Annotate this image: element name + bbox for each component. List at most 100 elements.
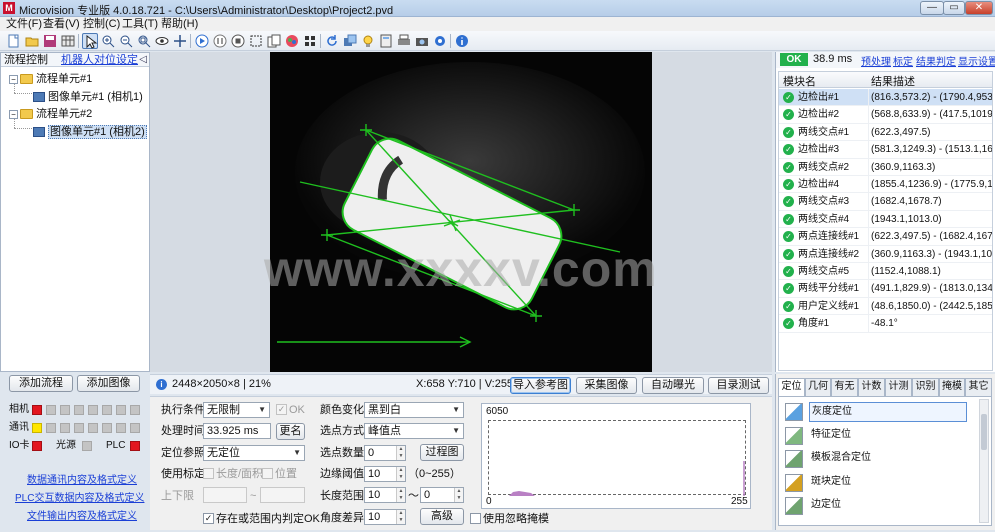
info-icon[interactable]: [454, 33, 470, 49]
table-row[interactable]: ✓ 两线平分线#1 (491.1,829.9) - (1813.0,1346.1): [779, 280, 992, 298]
tab-tool-category[interactable]: 计数: [858, 378, 885, 396]
display-settings-link[interactable]: 显示设置: [958, 53, 995, 68]
edge-threshold-stepper[interactable]: 10 ▲ ▼: [364, 466, 406, 482]
tool-item[interactable]: 灰度定位: [785, 401, 971, 423]
directory-test-button[interactable]: 目录测试: [708, 377, 769, 394]
calibration-link[interactable]: 标定: [893, 53, 913, 68]
tool-item[interactable]: 特征定位: [785, 425, 971, 447]
process-time-field[interactable]: 33.925 ms: [203, 423, 271, 439]
menu-control[interactable]: 控制(C): [83, 17, 120, 31]
play-icon[interactable]: [194, 33, 210, 49]
zoom-fit-icon[interactable]: [136, 33, 152, 49]
tab-tool-category[interactable]: 几何: [805, 378, 831, 396]
angle-diff-stepper[interactable]: 10 ▲ ▼: [364, 509, 406, 525]
auto-exposure-button[interactable]: 自动曝光: [642, 377, 704, 394]
tree-node[interactable]: 图像单元#1 (相机1): [33, 89, 143, 105]
lower-limit-field[interactable]: [203, 487, 247, 503]
roi-icon[interactable]: [248, 33, 264, 49]
plc-data-format-link[interactable]: PLC交互数据内容及格式定义: [15, 489, 144, 504]
save-icon[interactable]: [42, 33, 58, 49]
add-image-button[interactable]: 添加图像: [77, 375, 140, 392]
position-reference-select[interactable]: 无定位 ▼: [203, 445, 305, 461]
tab-tool-category[interactable]: 其它: [965, 378, 992, 396]
table-row[interactable]: ✓ 两线交点#2 (360.9,1163.3): [779, 158, 992, 176]
eye-icon[interactable]: [154, 33, 170, 49]
tab-tool-category[interactable]: 掩模: [939, 378, 965, 396]
robot-alignment-link[interactable]: 机器人对位设定: [61, 53, 138, 67]
open-icon[interactable]: [24, 33, 40, 49]
minimize-button[interactable]: —: [920, 1, 944, 15]
data-comm-format-link[interactable]: 数据通讯内容及格式定义: [27, 471, 137, 486]
preprocess-link[interactable]: 预处理: [861, 53, 891, 68]
table-row[interactable]: ✓ 两线交点#3 (1682.4,1678.7): [779, 193, 992, 211]
crosshair-icon[interactable]: [172, 33, 188, 49]
table-row[interactable]: ✓ 角度#1 -48.1°: [779, 315, 992, 333]
stepper-arrows-icon[interactable]: ▲ ▼: [396, 510, 405, 524]
result-judgement-link[interactable]: 结果判定: [916, 53, 956, 68]
table-row[interactable]: ✓ 两线交点#1 (622.3,497.5): [779, 123, 992, 142]
column-header-module[interactable]: 模块名: [783, 73, 816, 89]
tree-node[interactable]: − 流程单元#2: [9, 106, 92, 122]
color-change-select[interactable]: 黑到白 ▼: [364, 402, 464, 418]
table-row[interactable]: ✓ 两点连接线#2 (360.9,1163.3) - (1943.1,1013.0): [779, 245, 992, 263]
select-count-stepper[interactable]: 0 ▲ ▼: [364, 445, 406, 461]
stop-icon[interactable]: [230, 33, 246, 49]
table-row[interactable]: ✓ 两点连接线#1 (622.3,497.5) - (1682.4,1678.7): [779, 228, 992, 246]
length-max-stepper[interactable]: 0 ▲ ▼: [420, 487, 464, 503]
advanced-button[interactable]: 高级: [420, 508, 464, 525]
tool-item[interactable]: 斑块定位: [785, 472, 971, 494]
table-row[interactable]: ✓ 边检出#2 (568.8,633.9) - (417.5,1019.1): [779, 106, 992, 124]
add-flow-button[interactable]: 添加流程: [9, 375, 73, 392]
grid-toggle-icon[interactable]: [302, 33, 318, 49]
ignore-mask-checkbox[interactable]: [470, 513, 481, 524]
close-button[interactable]: ✕: [965, 1, 993, 15]
copy-icon[interactable]: [266, 33, 282, 49]
calculator-icon[interactable]: [378, 33, 394, 49]
tool-list-scrollbar[interactable]: [979, 399, 989, 523]
file-output-format-link[interactable]: 文件输出内容及格式定义: [27, 507, 137, 522]
tool-item[interactable]: 模板混合定位: [785, 448, 971, 470]
ok-checkbox[interactable]: ✓: [276, 404, 287, 415]
tree-node[interactable]: 图像单元#1 (相机2): [33, 124, 147, 140]
upper-limit-field[interactable]: [260, 487, 305, 503]
table-row[interactable]: ✓ 两线交点#4 (1943.1,1013.0): [779, 210, 992, 229]
table-row[interactable]: ✓ 两线交点#5 (1152.4,1088.1): [779, 263, 992, 281]
camera-image[interactable]: [270, 52, 652, 372]
menu-help[interactable]: 帮助(H): [161, 17, 198, 31]
color-icon[interactable]: [284, 33, 300, 49]
zoom-in-icon[interactable]: [100, 33, 116, 49]
process-image-button[interactable]: 过程图: [420, 444, 464, 461]
layers-icon[interactable]: [342, 33, 358, 49]
tool-item[interactable]: 边定位: [785, 495, 971, 517]
select-method-select[interactable]: 峰值点 ▼: [364, 423, 464, 439]
column-header-result[interactable]: 结果描述: [871, 73, 915, 89]
print-icon[interactable]: [396, 33, 412, 49]
table-row[interactable]: ✓ 边检出#3 (581.3,1249.3) - (1513.1,1612.6): [779, 141, 992, 159]
tab-tool-category[interactable]: 识别: [912, 378, 939, 396]
menu-tools[interactable]: 工具(T): [122, 17, 158, 31]
tab-flow-control[interactable]: 流程控制: [4, 53, 48, 67]
in-range-ok-checkbox[interactable]: ✓: [203, 513, 214, 524]
collapse-icon[interactable]: −: [9, 74, 18, 84]
refresh-icon[interactable]: [324, 33, 340, 49]
rename-button[interactable]: 更名: [276, 423, 305, 440]
maximize-button[interactable]: ▭: [943, 1, 965, 15]
stepper-arrows-icon[interactable]: ▲ ▼: [396, 446, 405, 460]
collapse-panel-icon[interactable]: ◁: [139, 53, 147, 67]
import-reference-button[interactable]: 导入参考图: [510, 377, 571, 394]
stepper-arrows-icon[interactable]: ▲ ▼: [396, 488, 405, 502]
settings-icon[interactable]: [432, 33, 448, 49]
camera-icon[interactable]: [414, 33, 430, 49]
tree-node[interactable]: − 流程单元#1: [9, 71, 92, 87]
exec-condition-select[interactable]: 无限制 ▼: [203, 402, 270, 418]
table-row[interactable]: ✓ 边检出#4 (1855.4,1236.9) - (1775.9,1249.3): [779, 176, 992, 194]
pause-icon[interactable]: [212, 33, 228, 49]
scrollbar-thumb[interactable]: [981, 414, 987, 450]
table-row[interactable]: ✓ 边检出#1 (816.3,573.2) - (1790.4,953.4): [779, 89, 992, 107]
calib-length-checkbox[interactable]: [203, 468, 214, 479]
menu-view[interactable]: 查看(V): [43, 17, 80, 31]
tab-tool-category[interactable]: 定位: [778, 378, 805, 397]
zoom-out-icon[interactable]: [118, 33, 134, 49]
tab-tool-category[interactable]: 有无: [831, 378, 858, 396]
stepper-arrows-icon[interactable]: ▲ ▼: [396, 467, 405, 481]
